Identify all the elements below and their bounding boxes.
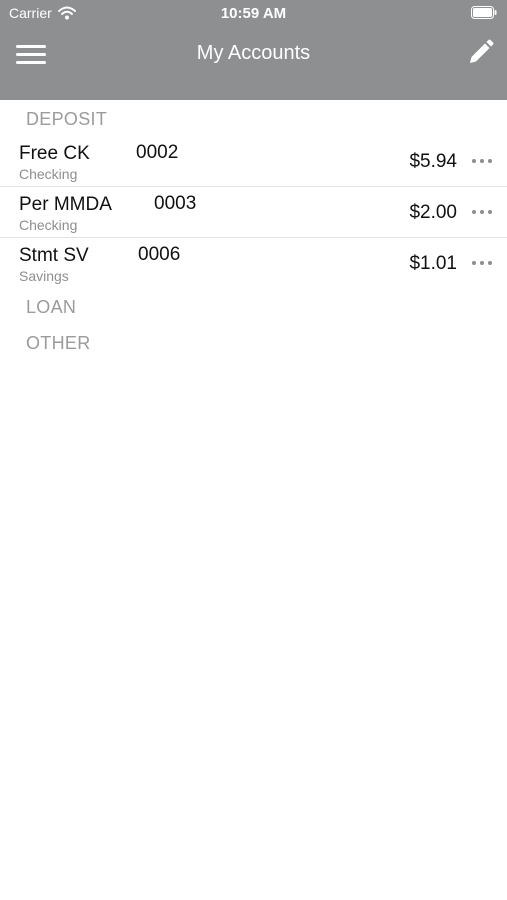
account-row[interactable]: Free CK 0002 Checking $5.94 bbox=[0, 136, 507, 187]
page-title: My Accounts bbox=[196, 42, 311, 64]
more-options-icon[interactable] bbox=[471, 156, 493, 166]
account-row[interactable]: Per MMDA 0003 Checking $2.00 bbox=[0, 187, 507, 238]
status-bar: Carrier 10:59 AM bbox=[0, 0, 507, 28]
more-options-icon[interactable] bbox=[471, 207, 493, 217]
accounts-list: DEPOSIT Free CK 0002 Checking $5.94 Per … bbox=[0, 100, 507, 360]
account-name: Per MMDA bbox=[19, 194, 112, 215]
account-balance: $1.01 bbox=[409, 253, 457, 274]
section-header-loan[interactable]: LOAN bbox=[0, 288, 507, 324]
section-header-deposit: DEPOSIT bbox=[26, 109, 108, 129]
section-header-other[interactable]: OTHER bbox=[0, 324, 507, 360]
account-balance: $2.00 bbox=[409, 202, 457, 223]
more-options-icon[interactable] bbox=[471, 258, 493, 268]
status-time: 10:59 AM bbox=[220, 5, 287, 22]
account-name: Free CK bbox=[19, 143, 90, 164]
account-type: Checking bbox=[19, 217, 78, 233]
account-number: 0003 bbox=[154, 193, 197, 214]
account-name: Stmt SV bbox=[19, 245, 89, 266]
nav-bar: My Accounts bbox=[0, 28, 507, 82]
pencil-icon[interactable] bbox=[465, 38, 495, 68]
account-row[interactable]: Stmt SV 0006 Savings $1.01 bbox=[0, 238, 507, 288]
account-number: 0002 bbox=[136, 142, 179, 163]
account-type: Checking bbox=[19, 166, 78, 182]
app-header: Carrier 10:59 AM My Accounts bbox=[0, 0, 507, 100]
battery-icon bbox=[471, 6, 497, 19]
account-balance: $5.94 bbox=[409, 151, 457, 172]
account-type: Savings bbox=[19, 268, 69, 284]
account-number: 0006 bbox=[138, 244, 181, 265]
